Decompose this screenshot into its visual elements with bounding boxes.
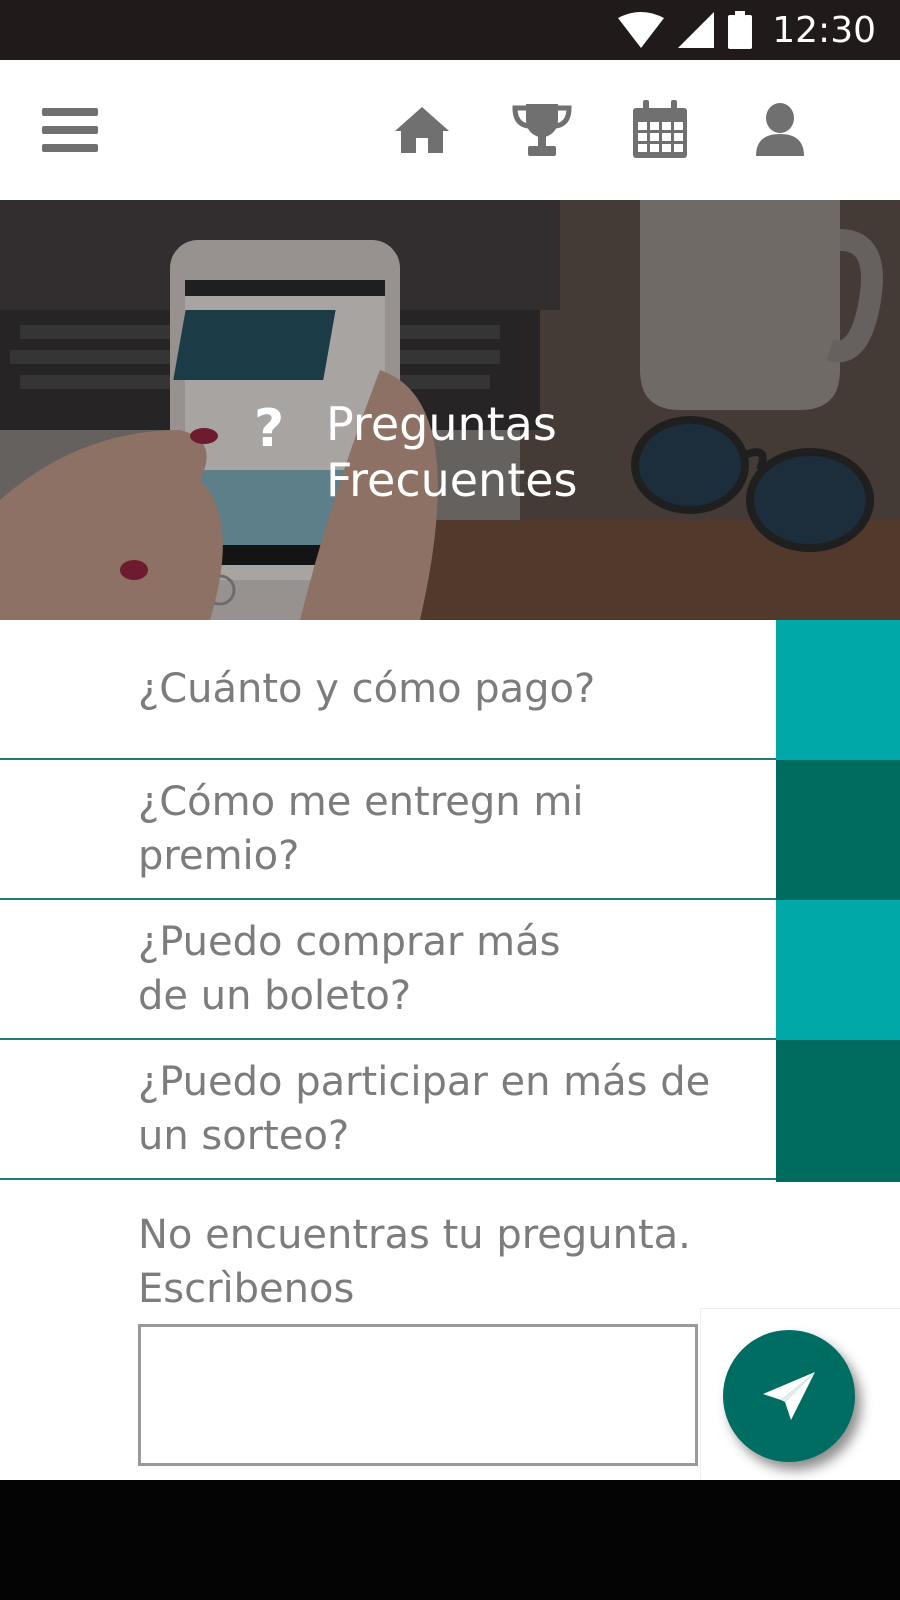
battery-icon [728, 11, 753, 49]
faq-item[interactable]: ¿Puedo comprar más de un boleto? [0, 900, 900, 1042]
menu-button[interactable] [38, 98, 102, 162]
page-title: Preguntas Frecuentes [326, 396, 578, 508]
home-button[interactable] [390, 98, 454, 162]
faq-question: ¿Puedo comprar más de un boleto? [138, 919, 561, 1019]
faq-question: ¿Cuánto y cómo pago? [138, 666, 596, 712]
status-bar: 12:30 [0, 0, 900, 60]
faq-item[interactable]: ¿Cómo me entregn mi premio? [0, 760, 900, 902]
profile-icon [756, 103, 804, 156]
signal-icon [678, 12, 715, 48]
profile-button[interactable] [748, 98, 812, 162]
faq-accent-block [776, 900, 900, 1042]
faq-list: ¿Cuánto y cómo pago? ¿Cómo me entregn mi… [0, 620, 900, 1182]
faq-item[interactable]: ¿Cuánto y cómo pago? [0, 620, 900, 762]
page-title-line-2: Frecuentes [326, 453, 578, 507]
contact-prompt: No encuentras tu pregunta. Escrìbenos [138, 1212, 691, 1312]
faq-accent-block [776, 760, 900, 902]
faq-accent-block [776, 620, 900, 762]
calendar-icon [633, 100, 687, 158]
calendar-button[interactable] [628, 98, 692, 162]
prizes-button[interactable] [510, 98, 574, 162]
question-input[interactable] [138, 1324, 698, 1466]
menu-icon [42, 108, 98, 152]
faq-question: ¿Cómo me entregn mi premio? [138, 779, 584, 879]
app-bar [0, 60, 900, 200]
svg-text:?: ? [254, 399, 284, 456]
home-icon [395, 107, 449, 153]
question-icon: ? [254, 399, 284, 456]
paper-plane-icon [763, 1372, 815, 1420]
faq-accent-block [776, 1040, 900, 1182]
status-time: 12:30 [772, 9, 876, 51]
system-nav-bar [0, 1480, 900, 1600]
send-button[interactable] [723, 1330, 855, 1462]
hero-banner: ? Preguntas Frecuentes [0, 200, 900, 620]
wifi-icon [618, 12, 665, 48]
faq-item[interactable]: ¿Puedo participar en más de un sorteo? [0, 1040, 900, 1182]
page-title-line-1: Preguntas [326, 397, 557, 451]
app-screen: ? Preguntas Frecuentes ¿Cuánto y cómo pa… [0, 60, 900, 1480]
trophy-icon [512, 104, 572, 156]
faq-question: ¿Puedo participar en más de un sorteo? [138, 1059, 711, 1159]
